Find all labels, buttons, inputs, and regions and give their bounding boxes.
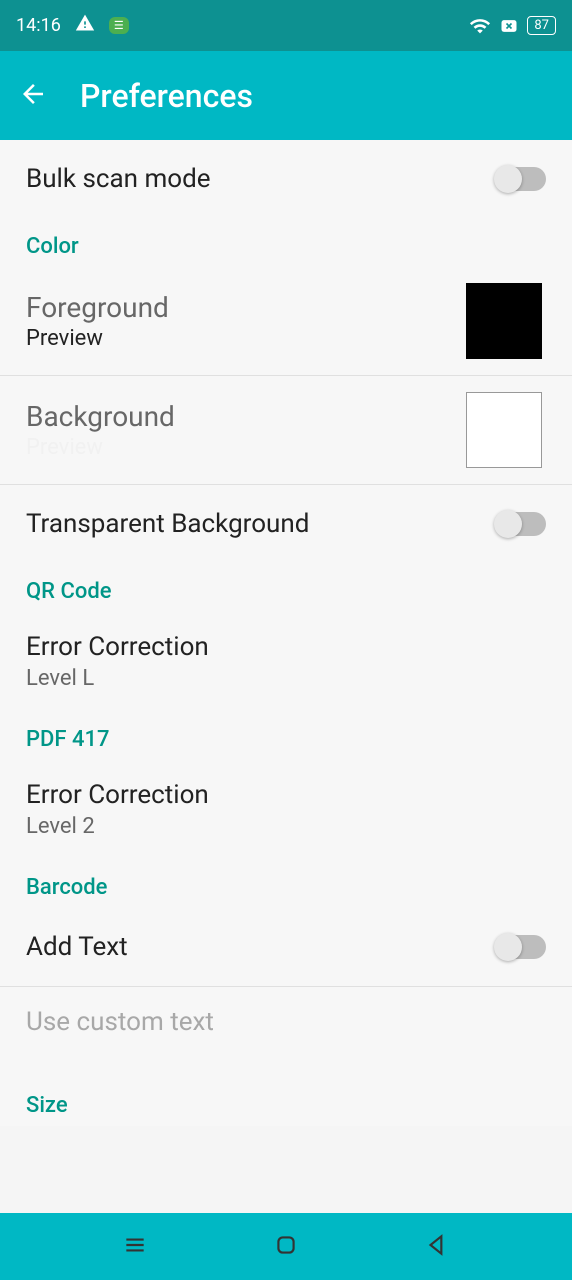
navigation-bar [0, 1213, 572, 1280]
pdf417-error-correction-value: Level 2 [26, 814, 546, 839]
add-text-toggle[interactable] [496, 935, 546, 959]
qr-error-correction-value: Level L [26, 666, 546, 691]
transparent-bg-row[interactable]: Transparent Background [0, 485, 572, 563]
custom-text-label: Use custom text [26, 1007, 214, 1037]
background-subtitle: Preview [26, 435, 175, 460]
status-bar: 14:16 ☰ 87 [0, 0, 572, 51]
foreground-subtitle: Preview [26, 326, 169, 351]
toggle-thumb [494, 165, 522, 193]
barcode-section-header: Barcode [0, 859, 572, 908]
wifi-icon [469, 15, 491, 37]
nav-back-button[interactable] [424, 1232, 450, 1262]
add-text-row[interactable]: Add Text [0, 908, 572, 986]
pdf417-section-header: PDF 417 [0, 711, 572, 760]
foreground-swatch[interactable] [466, 283, 542, 359]
app-bar: Preferences [0, 51, 572, 140]
warning-icon [75, 13, 95, 38]
bulk-scan-row[interactable]: Bulk scan mode [0, 140, 572, 218]
qr-error-correction-row[interactable]: Error Correction Level L [0, 612, 572, 711]
background-swatch[interactable] [466, 392, 542, 468]
background-title: Background [26, 400, 175, 433]
toggle-thumb [494, 510, 522, 538]
foreground-title: Foreground [26, 291, 169, 324]
qrcode-section-header: QR Code [0, 563, 572, 612]
foreground-color-row[interactable]: Foreground Preview [0, 267, 572, 376]
app-badge-icon: ☰ [109, 17, 129, 34]
status-left: 14:16 ☰ [16, 13, 129, 38]
qr-error-correction-title: Error Correction [26, 632, 546, 662]
content: Bulk scan mode Color Foreground Preview … [0, 140, 572, 1126]
background-color-row[interactable]: Background Preview [0, 376, 572, 485]
pdf417-error-correction-row[interactable]: Error Correction Level 2 [0, 760, 572, 859]
back-button[interactable] [18, 79, 48, 113]
notification-icon [499, 16, 519, 36]
nav-home-button[interactable] [273, 1232, 299, 1262]
size-section-header: Size [0, 1057, 572, 1126]
transparent-bg-label: Transparent Background [26, 509, 309, 539]
foreground-info: Foreground Preview [26, 291, 169, 351]
status-time: 14:16 [16, 15, 61, 36]
bulk-scan-toggle[interactable] [496, 167, 546, 191]
toggle-thumb [494, 933, 522, 961]
battery-indicator: 87 [527, 16, 556, 35]
page-title: Preferences [80, 77, 253, 115]
background-info: Background Preview [26, 400, 175, 460]
add-text-label: Add Text [26, 932, 128, 962]
status-right: 87 [469, 15, 556, 37]
custom-text-row: Use custom text [0, 986, 572, 1057]
pdf417-error-correction-title: Error Correction [26, 780, 546, 810]
color-section-header: Color [0, 218, 572, 267]
nav-recent-button[interactable] [122, 1232, 148, 1262]
transparent-bg-toggle[interactable] [496, 512, 546, 536]
bulk-scan-label: Bulk scan mode [26, 164, 211, 194]
